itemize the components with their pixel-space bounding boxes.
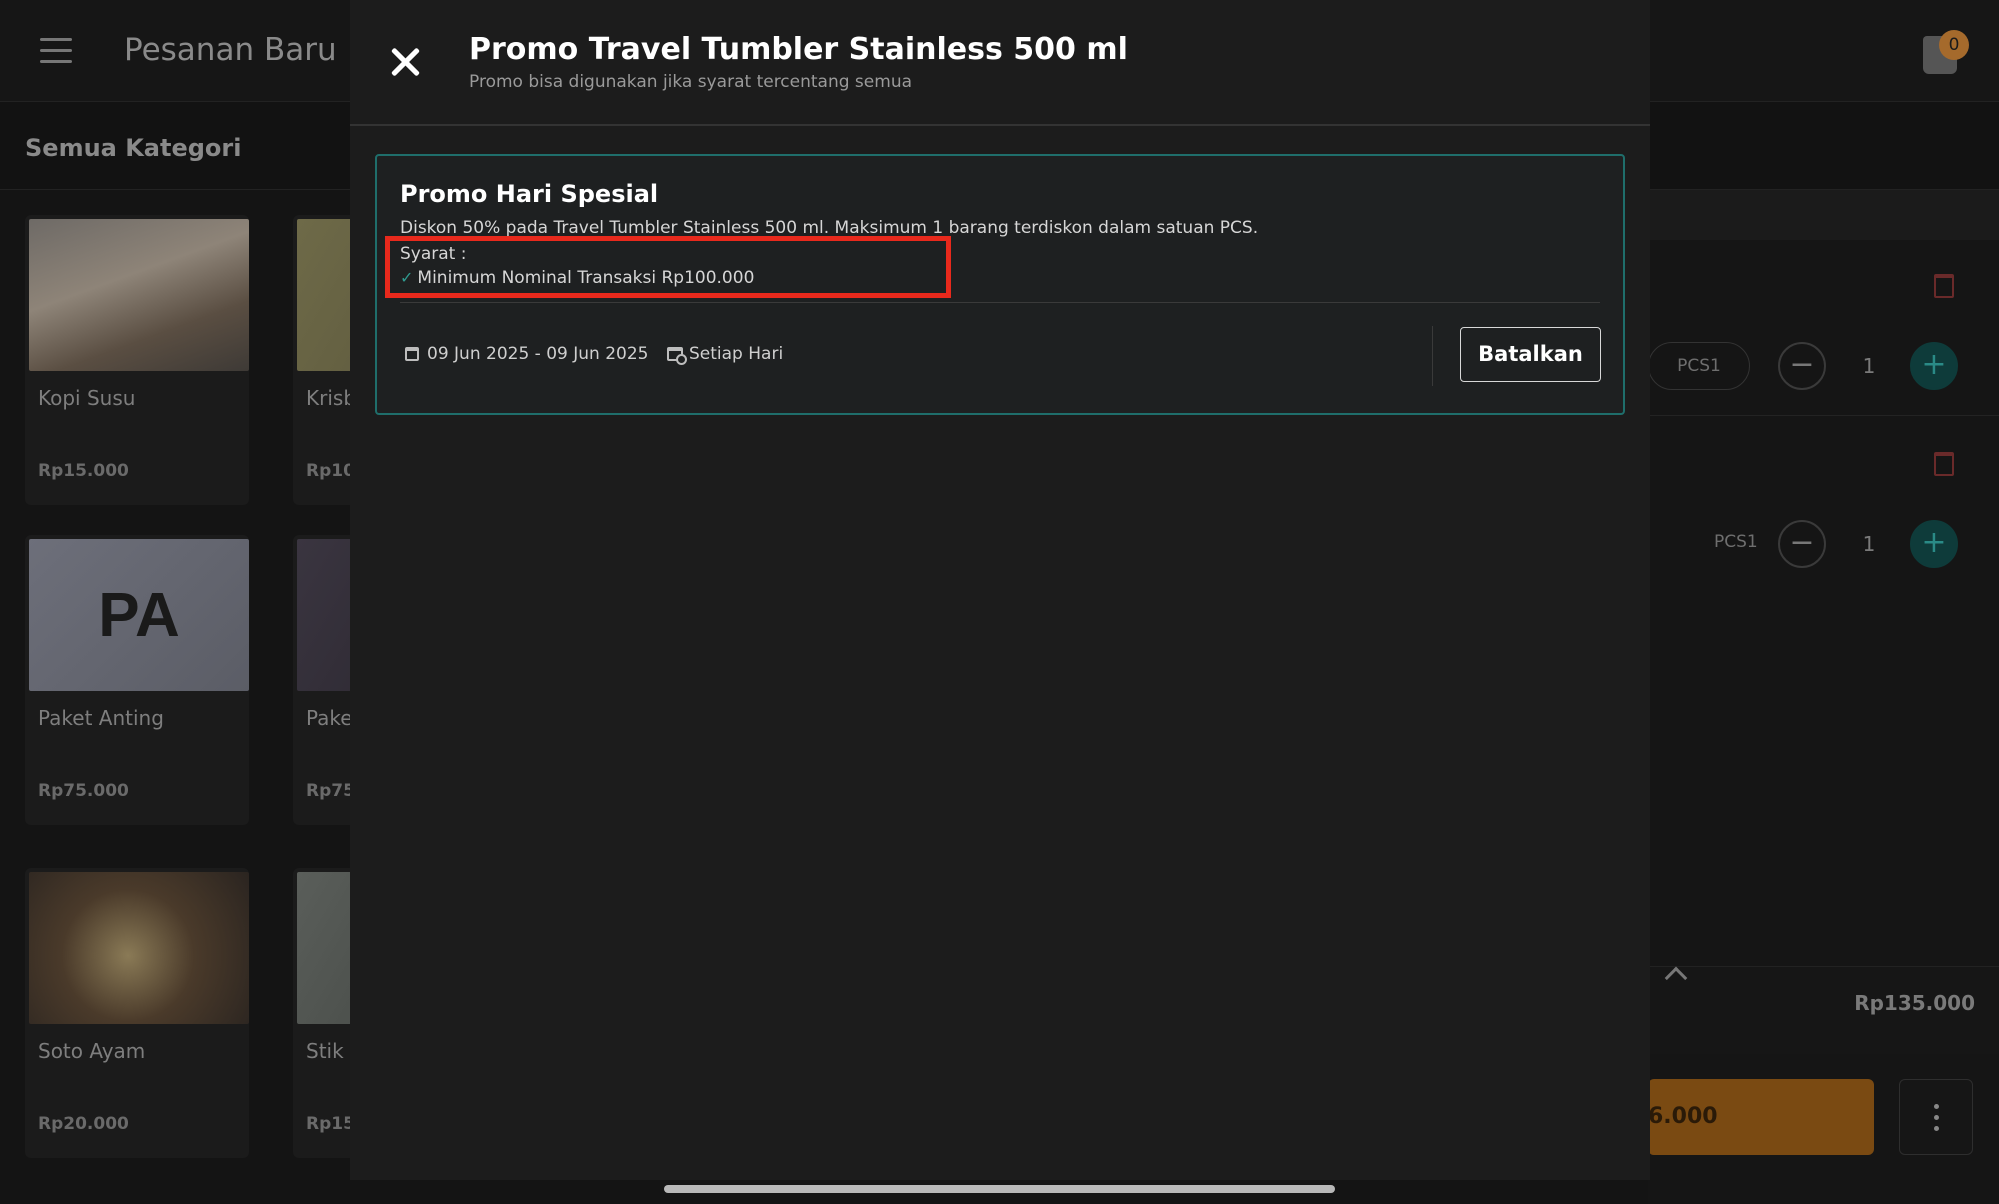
promo-description: Diskon 50% pada Travel Tumbler Stainless…	[400, 218, 1259, 238]
page-title: Pesanan Baru	[124, 32, 337, 68]
dot	[1934, 1115, 1939, 1120]
product-name: Soto Ayam	[38, 1039, 146, 1063]
order-panel: PCS1 − 1 + PCS1 − 1 + Rp135.000 6.000	[1648, 190, 1999, 1204]
home-indicator[interactable]	[664, 1185, 1335, 1193]
divider	[1648, 415, 1999, 416]
promo-schedule: Setiap Hari	[667, 344, 784, 365]
unit-label[interactable]: PCS1	[1714, 532, 1758, 552]
modal-header: Promo Travel Tumbler Stainless 500 ml Pr…	[350, 0, 1650, 126]
decrement-button[interactable]: −	[1778, 342, 1826, 390]
menu-icon[interactable]	[40, 38, 72, 64]
unit-selector[interactable]: PCS1	[1648, 342, 1750, 390]
calendar-icon	[405, 347, 419, 361]
promo-date-range: 09 Jun 2025 - 09 Jun 2025	[405, 344, 648, 364]
quantity-value: 1	[1862, 354, 1876, 378]
subtotal-bar[interactable]: Rp135.000	[1648, 966, 1999, 1054]
promo-modal: Promo Travel Tumbler Stainless 500 ml Pr…	[350, 0, 1650, 1180]
decrement-button[interactable]: −	[1778, 520, 1826, 568]
vertical-divider	[1432, 326, 1433, 386]
subtotal-amount: Rp135.000	[1854, 991, 1975, 1015]
product-card[interactable]: Kopi Susu Rp15.000	[25, 215, 249, 505]
promo-name: Promo Hari Spesial	[400, 180, 659, 208]
modal-subtitle: Promo bisa digunakan jika syarat tercent…	[469, 72, 913, 92]
pay-button[interactable]: 6.000	[1648, 1079, 1874, 1155]
product-image	[29, 872, 249, 1024]
date-range-text: 09 Jun 2025 - 09 Jun 2025	[427, 344, 649, 364]
increment-button[interactable]: +	[1910, 520, 1958, 568]
calendar-repeat-icon	[667, 347, 687, 365]
trash-icon[interactable]	[1934, 274, 1954, 298]
highlight-annotation-box	[385, 236, 951, 298]
product-price: Rp15.000	[38, 461, 129, 481]
divider	[400, 302, 1600, 303]
product-image-placeholder: PA	[29, 539, 249, 691]
product-card[interactable]: PA Paket Anting Rp75.000	[25, 535, 249, 825]
product-price: Rp75.000	[38, 781, 129, 801]
category-label[interactable]: Semua Kategori	[25, 134, 241, 162]
trash-icon[interactable]	[1934, 452, 1954, 476]
dot	[1934, 1126, 1939, 1131]
product-card[interactable]: Soto Ayam Rp20.000	[25, 868, 249, 1158]
close-icon[interactable]	[390, 46, 422, 78]
order-panel-header	[1648, 190, 1999, 240]
product-grid: Kopi Susu Rp15.000 Krisb gr Rp10. PA Pak…	[0, 190, 517, 1204]
cancel-promo-button[interactable]: Batalkan	[1460, 327, 1601, 382]
more-options-button[interactable]	[1899, 1079, 1973, 1155]
product-name: Paket Anting	[38, 706, 164, 730]
cart-count-badge: 0	[1939, 30, 1969, 60]
quantity-value: 1	[1862, 532, 1876, 556]
dot	[1934, 1104, 1939, 1109]
product-name: Kopi Susu	[38, 386, 136, 410]
increment-button[interactable]: +	[1910, 342, 1958, 390]
promo-card: Promo Hari Spesial Diskon 50% pada Trave…	[375, 154, 1625, 415]
schedule-text: Setiap Hari	[689, 344, 784, 364]
modal-title: Promo Travel Tumbler Stainless 500 ml	[469, 32, 1128, 67]
product-price: Rp20.000	[38, 1114, 129, 1134]
product-image	[29, 219, 249, 371]
